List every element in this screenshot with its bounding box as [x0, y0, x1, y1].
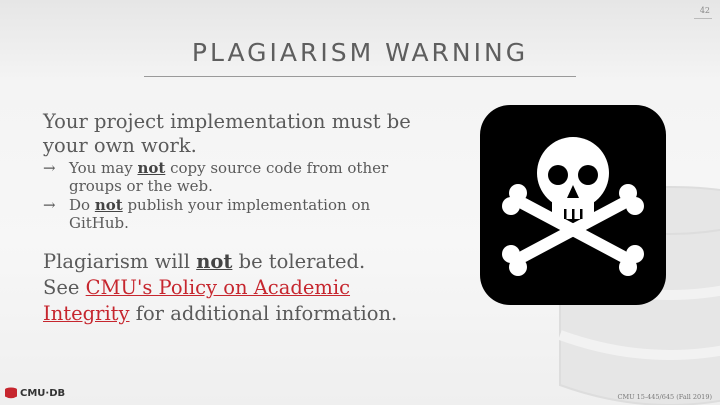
warning-paragraph: Plagiarism will not be tolerated. See CM…	[43, 249, 423, 327]
bullet-text: Do	[69, 196, 95, 214]
slide-content: Your project implementation must be your…	[43, 110, 423, 327]
course-footer: CMU 15-445/645 (Fall 2019)	[617, 393, 713, 401]
arrow-icon: →	[43, 159, 56, 177]
bullet-item: → Do not publish your implementation on …	[43, 196, 423, 232]
see-text: See	[43, 276, 86, 299]
title-underline	[144, 76, 576, 77]
slide-title: PLAGIARISM WARNING	[191, 38, 529, 67]
see-text: for additional information.	[129, 302, 398, 325]
warning-text: Plagiarism will	[43, 250, 197, 273]
logo-text: CMU·DB	[20, 387, 66, 399]
emphasis-not: not	[196, 250, 233, 273]
slide-number: 42	[699, 6, 710, 15]
warning-text: be tolerated.	[232, 250, 366, 273]
main-statement: Your project implementation must be your…	[43, 110, 411, 157]
bullet-text: You may	[69, 159, 138, 177]
cmu-db-logo: CMU·DB	[4, 387, 65, 399]
database-icon	[5, 387, 17, 399]
slide-number-rule	[694, 18, 712, 19]
bullet-item: → You may not copy source code from othe…	[43, 159, 423, 195]
skull-crossbones-icon	[502, 137, 644, 276]
emphasis-not: not	[137, 159, 166, 177]
emphasis-not: not	[94, 196, 123, 214]
arrow-icon: →	[43, 196, 56, 214]
skull-card	[480, 105, 666, 305]
